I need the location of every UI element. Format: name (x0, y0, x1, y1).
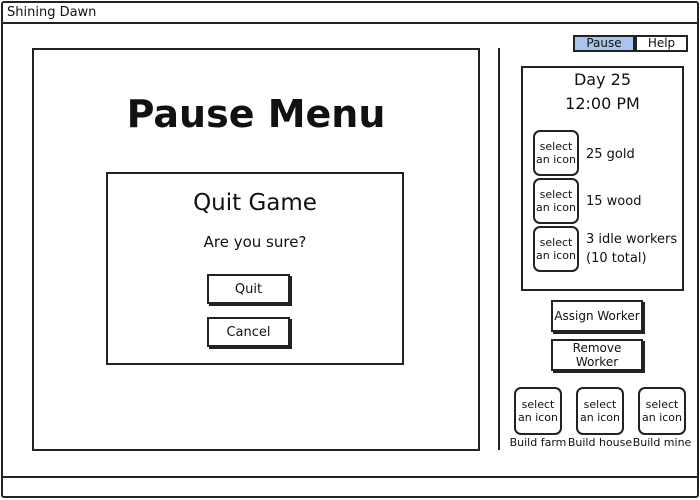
day-counter: Day 25 (573, 70, 632, 89)
wood-count: 15 wood (586, 192, 641, 211)
workers-icon: select an icon (533, 226, 579, 272)
quit-dialog-message: Are you sure? (203, 233, 307, 251)
window-title: Shining Dawn (3, 3, 697, 24)
wood-icon: select an icon (533, 178, 579, 224)
total-workers-text: (10 total) (586, 251, 647, 266)
build-farm-icon[interactable]: select an icon (514, 387, 562, 435)
gold-icon: select an icon (533, 130, 579, 176)
panel-divider (498, 48, 500, 450)
status-bar (3, 476, 697, 478)
pause-menu-title: Pause Menu (126, 92, 386, 136)
remove-worker-button[interactable]: Remove Worker (551, 339, 643, 371)
cancel-button[interactable]: Cancel (207, 317, 290, 347)
quit-button[interactable]: Quit (207, 274, 290, 304)
build-mine-icon[interactable]: select an icon (638, 387, 686, 435)
wood-count-text: 15 wood (586, 194, 642, 209)
workers-count: 3 idle workers (10 total) (586, 230, 677, 268)
build-house-icon[interactable]: select an icon (576, 387, 624, 435)
gold-count: 25 gold (586, 145, 635, 164)
tab-help[interactable]: Help (635, 35, 688, 52)
quit-dialog-title: Quit Game (193, 190, 317, 216)
gold-count-text: 25 gold (586, 147, 635, 162)
clock-time: 12:00 PM (565, 94, 640, 113)
build-mine-label: Build mine (632, 436, 692, 449)
tab-pause[interactable]: Pause (573, 35, 635, 52)
assign-worker-button[interactable]: Assign Worker (551, 300, 643, 332)
idle-workers-text: 3 idle workers (586, 232, 678, 247)
